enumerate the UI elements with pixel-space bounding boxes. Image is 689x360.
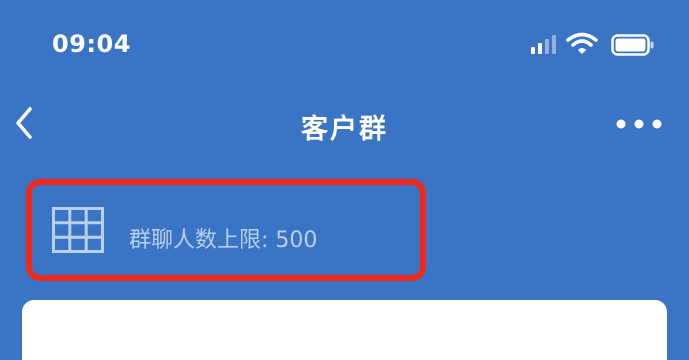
page-title: 客户群 bbox=[301, 114, 388, 145]
more-dots-icon bbox=[616, 119, 662, 129]
grid-icon bbox=[52, 207, 104, 253]
status-bar: 09:04 bbox=[0, 0, 689, 90]
group-limit-box: 群聊人数上限: 500 bbox=[26, 179, 426, 281]
wifi-icon bbox=[566, 32, 598, 54]
group-limit-label: 群聊人数上限: 500 bbox=[129, 228, 318, 253]
content-card bbox=[22, 300, 667, 360]
status-time: 09:04 bbox=[52, 30, 131, 58]
battery-icon bbox=[611, 34, 654, 56]
signal-icon bbox=[531, 35, 556, 54]
more-button[interactable] bbox=[615, 109, 663, 139]
nav-bar: 客户群 bbox=[0, 95, 689, 155]
